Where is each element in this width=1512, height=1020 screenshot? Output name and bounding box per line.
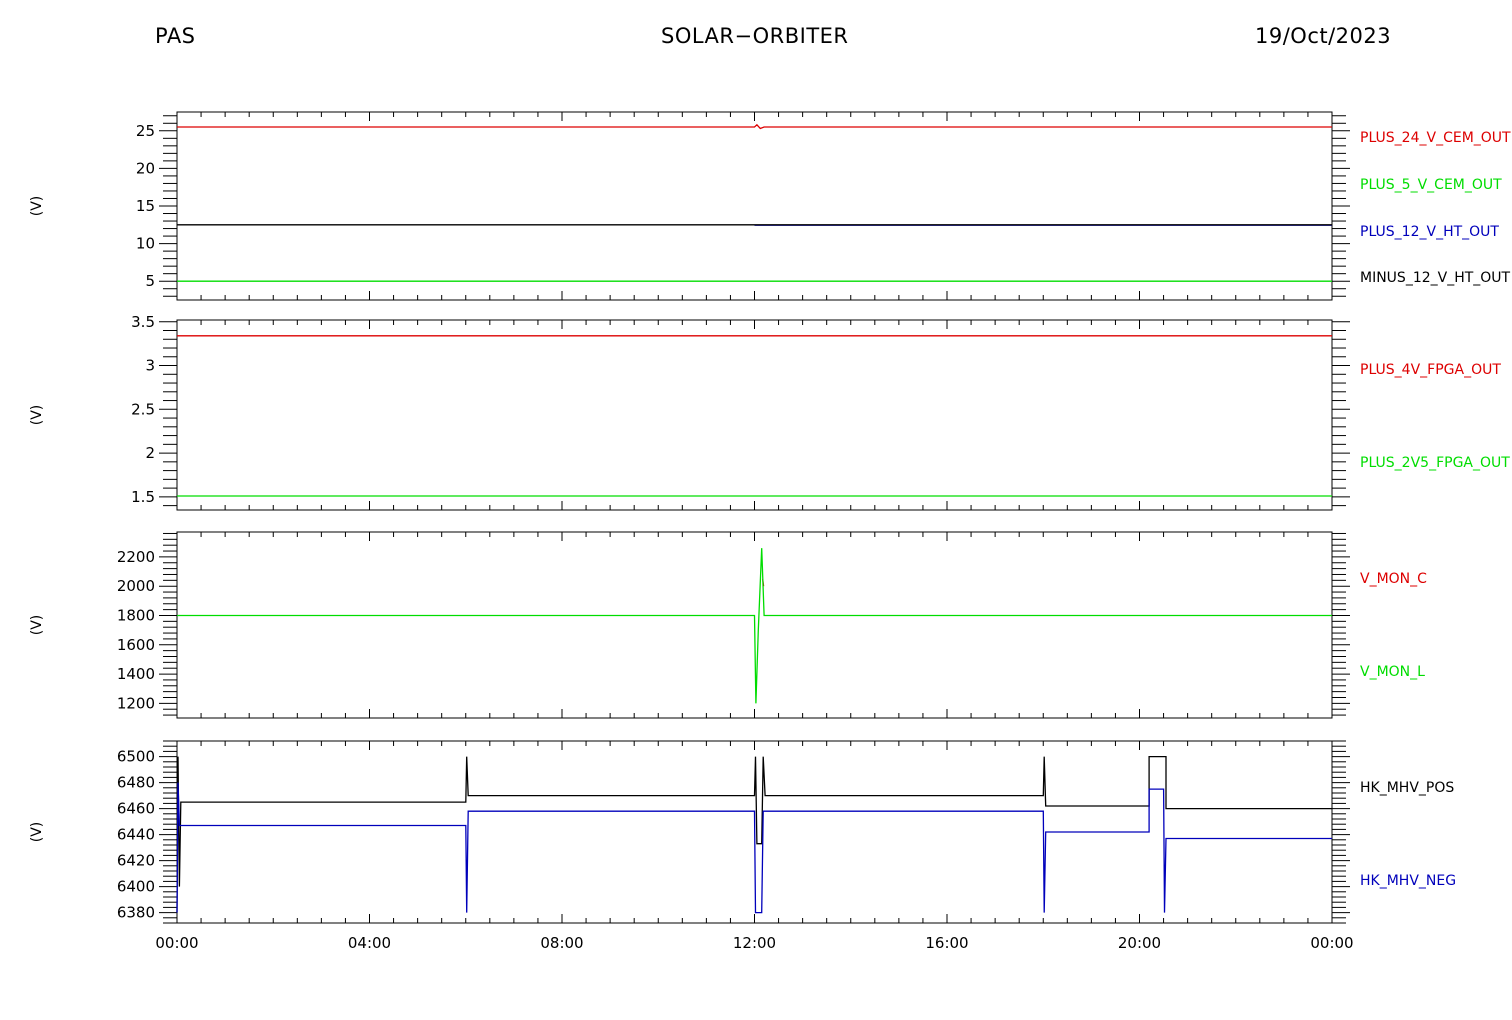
y-axis-label: (V) [29, 196, 45, 217]
y-tick-label: 3.5 [131, 313, 155, 331]
legend-plus-4v-fpga-out: PLUS_4V_FPGA_OUT [1360, 362, 1501, 378]
x-tick-label: 00:00 [155, 934, 198, 952]
y-tick-label: 3 [145, 357, 155, 375]
plot-frame-2 [176, 319, 1333, 511]
y-tick-label: 6420 [117, 852, 155, 870]
y-tick-label: 6480 [117, 774, 155, 792]
y-tick-label: 1400 [117, 665, 155, 683]
legend-hk-mhv-pos: HK_MHV_POS [1360, 780, 1454, 796]
y-tick-label: 6380 [117, 904, 155, 922]
y-tick-label: 2000 [117, 577, 155, 595]
y-tick-label: 1600 [117, 636, 155, 654]
y-tick-label: 2200 [117, 548, 155, 566]
legend-plus-24-v-cem-out: PLUS_24_V_CEM_OUT [1360, 130, 1511, 146]
x-tick-label: 12:00 [733, 934, 776, 952]
y-tick-label: 6460 [117, 800, 155, 818]
y-tick-label: 1.5 [131, 488, 155, 506]
y-tick-label: 6500 [117, 748, 155, 766]
legend-plus-5-v-cem-out: PLUS_5_V_CEM_OUT [1360, 177, 1502, 193]
y-tick-label: 1800 [117, 606, 155, 624]
y-tick-label: 25 [136, 122, 155, 140]
legend-hk-mhv-neg: HK_MHV_NEG [1360, 873, 1456, 889]
x-tick-label: 08:00 [540, 934, 583, 952]
y-tick-label: 10 [136, 235, 155, 253]
y-tick-label: 15 [136, 197, 155, 215]
y-tick-label: 20 [136, 159, 155, 177]
y-tick-label: 6440 [117, 826, 155, 844]
x-tick-label: 16:00 [925, 934, 968, 952]
legend-v-mon-l: V_MON_L [1360, 664, 1425, 680]
legend-v-mon-c: V_MON_C [1360, 571, 1427, 587]
series-line-plus-24-v-cem-out [177, 123, 1332, 130]
housekeeping-charts: 5 10 15 20 25 (V) PLUS_24_V_CEM_OUT PLUS_5_V_CE… [29, 111, 1511, 952]
y-axis-label: (V) [29, 615, 45, 636]
y-tick-label: 2 [145, 444, 155, 462]
y-tick-label: 5 [145, 272, 155, 290]
y-tick-label: 6400 [117, 878, 155, 896]
legend-minus-12-v-ht-out: MINUS_12_V_HT_OUT [1360, 270, 1511, 286]
legend-plus-12-v-ht-out: PLUS_12_V_HT_OUT [1360, 224, 1499, 240]
plot-frame-1 [176, 111, 1333, 301]
x-tick-label: 20:00 [1118, 934, 1161, 952]
x-tick-label: 04:00 [348, 934, 391, 952]
y-tick-label: 2.5 [131, 400, 155, 418]
y-axis-label: (V) [29, 405, 45, 426]
y-tick-label: 1200 [117, 694, 155, 712]
series-line-v-mon-l [177, 548, 1332, 704]
legend-plus-2v5-fpga-out: PLUS_2V5_FPGA_OUT [1360, 455, 1510, 471]
y-axis-label: (V) [29, 822, 45, 843]
x-tick-label: 00:00 [1310, 934, 1353, 952]
